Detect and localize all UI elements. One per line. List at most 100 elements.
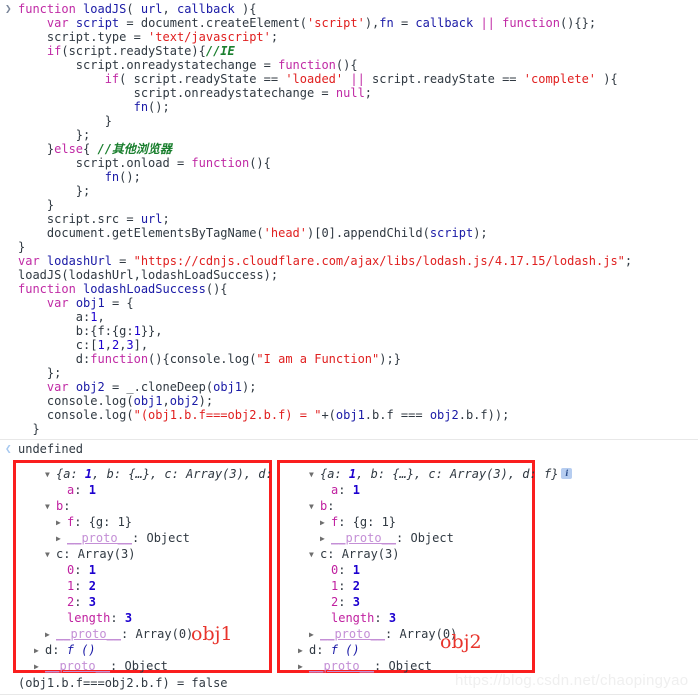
result-value: undefined: [18, 442, 84, 456]
code-token: script.onreadystatechange =: [18, 86, 336, 100]
code-token: obj2: [169, 394, 199, 408]
property-separator: :: [63, 547, 78, 561]
code-token: = _.cloneDeep(: [104, 380, 214, 394]
code-token: document.createElement(: [140, 16, 308, 30]
code-token: }: [18, 142, 55, 156]
object-property-row[interactable]: ▶0: 1: [20, 562, 308, 578]
property-separator: :: [121, 627, 136, 641]
object-property-row[interactable]: ▶ d: f (): [20, 642, 308, 658]
code-token: );}: [379, 352, 401, 366]
object-inspector-panel[interactable]: ▼{a: 1, b: {…}, c: Array(3), d: f}i▶a: 1…: [277, 460, 573, 673]
code-token: =: [119, 16, 141, 30]
disclosure-triangle-right-icon[interactable]: ▶: [56, 515, 67, 531]
object-property-row[interactable]: ▶length: 3: [20, 610, 308, 626]
code-token: script.readyState ==: [364, 72, 524, 86]
property-value: 3: [88, 595, 96, 609]
property-key: __proto__: [331, 531, 397, 545]
code-line: };: [0, 128, 698, 142]
code-line: console.log("(obj1.b.f===obj2.b.f) = "+(…: [0, 408, 698, 422]
disclosure-triangle-down-icon[interactable]: ▼: [309, 547, 320, 563]
console-result-undefined: ❮ undefined: [0, 441, 698, 457]
disclosure-triangle-right-icon[interactable]: ▶: [320, 531, 331, 547]
info-icon[interactable]: i: [561, 468, 573, 479]
code-line: script.onreadystatechange = function(){: [0, 58, 698, 72]
object-property-row[interactable]: ▶length: 3: [284, 610, 572, 626]
object-property-row[interactable]: ▼ b:: [284, 498, 572, 514]
disclosure-triangle-right-icon[interactable]: ▶: [45, 627, 56, 643]
property-separator: :: [110, 659, 125, 673]
code-token: ||: [480, 16, 495, 30]
code-token: ),: [364, 16, 380, 30]
console-input-code[interactable]: function loadJS( url, callback ){ var sc…: [0, 0, 698, 436]
disclosure-triangle-down-icon[interactable]: ▼: [45, 499, 56, 515]
disclosure-triangle-right-icon[interactable]: ▶: [320, 515, 331, 531]
object-tree[interactable]: ▼{a: 1, b: {…}, c: Array(3), d: f}i▶a: 1…: [20, 466, 309, 674]
code-token: 'loaded': [285, 72, 344, 86]
object-property-row[interactable]: ▶ __proto__: Object: [284, 530, 572, 546]
code-token: callback: [415, 16, 474, 30]
code-token: script.type =: [18, 30, 149, 44]
property-value: f (): [330, 643, 360, 657]
property-separator: :: [74, 483, 89, 497]
disclosure-triangle-right-icon[interactable]: ▶: [309, 627, 320, 643]
code-token: loadJS(lodashUrl,lodashLoadSuccess);: [18, 268, 279, 282]
object-property-row[interactable]: ▶1: 2: [284, 578, 572, 594]
disclosure-triangle-right-icon[interactable]: ▶: [56, 531, 67, 547]
object-property-row[interactable]: ▶ __proto__: Array(0): [20, 626, 308, 642]
object-property-row[interactable]: ▶ __proto__: Object: [284, 658, 572, 674]
code-line: script.src = url;: [0, 212, 698, 226]
code-token: var: [46, 16, 76, 30]
property-separator: :: [74, 595, 89, 609]
code-token: script.src =: [18, 212, 141, 226]
code-token: (: [126, 2, 141, 16]
property-key: __proto__: [320, 627, 386, 641]
object-property-row[interactable]: ▶ __proto__: Object: [20, 658, 308, 674]
object-property-row[interactable]: ▶ __proto__: Object: [20, 530, 308, 546]
property-value: {g: 1}: [88, 515, 133, 529]
code-line: }: [0, 114, 698, 128]
object-property-row[interactable]: ▶ f: {g: 1}: [284, 514, 572, 530]
object-property-row[interactable]: ▶ __proto__: Array(0): [284, 626, 572, 642]
code-token: if: [104, 72, 120, 86]
property-value: Array(0): [135, 627, 194, 641]
disclosure-triangle-right-icon[interactable]: ▶: [298, 643, 309, 659]
object-summary-row[interactable]: ▼{a: 1, b: {…}, c: Array(3), d: f}i: [284, 466, 573, 483]
disclosure-triangle-down-icon[interactable]: ▼: [309, 467, 320, 483]
disclosure-triangle-right-icon[interactable]: ▶: [34, 643, 45, 659]
object-property-row[interactable]: ▶ d: f (): [284, 642, 572, 658]
object-property-row[interactable]: ▶2: 3: [20, 594, 308, 610]
code-token: //其他浏览器: [97, 142, 172, 156]
object-property-row[interactable]: ▶a: 1: [284, 482, 572, 498]
disclosure-triangle-down-icon[interactable]: ▼: [45, 547, 56, 563]
property-separator: :: [338, 563, 353, 577]
object-summary-row[interactable]: ▼{a: 1, b: {…}, c: Array(3), d: f}i: [20, 466, 309, 483]
disclosure-spacer: ▶: [56, 579, 67, 595]
code-line: };: [0, 366, 698, 380]
object-tree[interactable]: ▼{a: 1, b: {…}, c: Array(3), d: f}i▶a: 1…: [284, 466, 573, 674]
code-token: 1: [97, 338, 105, 352]
disclosure-triangle-right-icon[interactable]: ▶: [298, 659, 309, 675]
disclosure-triangle-down-icon[interactable]: ▼: [309, 499, 320, 515]
object-property-row[interactable]: ▼ c: Array(3): [20, 546, 308, 562]
object-inspector-panel[interactable]: ▼{a: 1, b: {…}, c: Array(3), d: f}i▶a: 1…: [13, 460, 309, 673]
disclosure-triangle-right-icon[interactable]: ▶: [34, 659, 45, 675]
object-property-row[interactable]: ▶ f: {g: 1}: [20, 514, 308, 530]
disclosure-triangle-down-icon[interactable]: ▼: [45, 467, 56, 483]
code-token: function: [278, 58, 336, 72]
property-separator: :: [327, 499, 335, 513]
code-token: }: [18, 198, 55, 212]
object-property-row[interactable]: ▶a: 1: [20, 482, 308, 498]
code-token: obj1: [75, 296, 105, 310]
code-line: }: [0, 198, 698, 212]
object-property-row[interactable]: ▼ c: Array(3): [284, 546, 572, 562]
code-line: var lodashUrl = "https://cdnjs.cloudflar…: [0, 254, 698, 268]
object-property-row[interactable]: ▶2: 3: [284, 594, 572, 610]
object-property-row[interactable]: ▶0: 1: [284, 562, 572, 578]
object-property-row[interactable]: ▶1: 2: [20, 578, 308, 594]
code-token: ,: [104, 338, 112, 352]
object-property-row[interactable]: ▼ b:: [20, 498, 308, 514]
code-line: fn();: [0, 100, 698, 114]
